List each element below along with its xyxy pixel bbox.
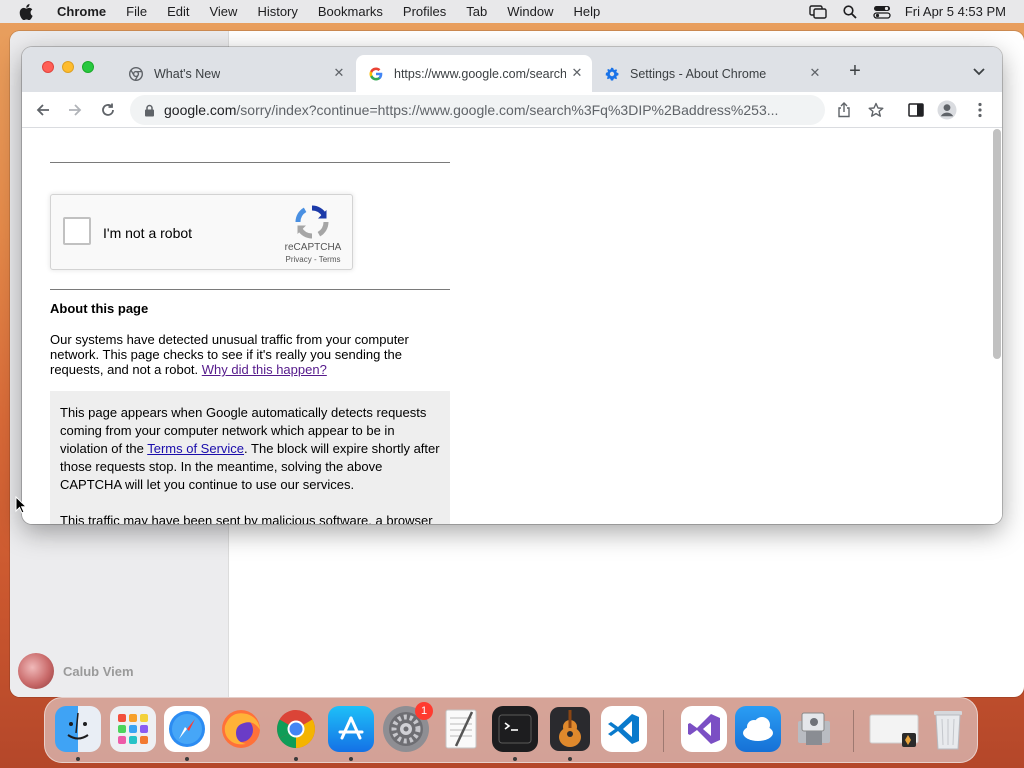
safari-icon[interactable]	[164, 706, 210, 752]
chrome-menu-icon[interactable]	[970, 100, 990, 120]
visual-studio-icon[interactable]	[681, 706, 727, 752]
running-indicator	[185, 757, 189, 761]
url-host: google.com	[164, 102, 237, 118]
chrome-icon	[128, 66, 144, 82]
textedit-icon[interactable]	[438, 706, 484, 752]
terminal-icon[interactable]	[492, 706, 538, 752]
control-center-icon[interactable]	[873, 5, 891, 19]
tab-strip: What's New ✕ https://www.google.com/sear…	[22, 47, 1002, 92]
tab-title: Settings - About Chrome	[630, 66, 767, 81]
menu-app-name[interactable]: Chrome	[57, 4, 106, 19]
fullscreen-window-button[interactable]	[82, 61, 94, 73]
tab-whats-new[interactable]: What's New ✕	[118, 55, 354, 92]
notification-badge: 1	[415, 702, 433, 720]
google-icon	[368, 66, 384, 82]
recaptcha-privacy-terms[interactable]: Privacy - Terms	[273, 255, 353, 264]
minimize-window-button[interactable]	[62, 61, 74, 73]
page-content: I'm not a robot reCAPTCHA Privacy - Term…	[22, 129, 1002, 524]
user-name: Calub Viem	[63, 663, 134, 679]
close-tab-icon[interactable]: ✕	[332, 66, 346, 80]
scrollbar-thumb[interactable]	[993, 129, 1001, 359]
recaptcha-logo-icon	[295, 205, 329, 239]
url-path: /sorry/index?continue=https://www.google…	[236, 102, 779, 118]
new-tab-button[interactable]: +	[846, 61, 864, 81]
url-text[interactable]: google.com/sorry/index?continue=https://…	[164, 102, 824, 118]
running-indicator	[349, 757, 353, 761]
documents-stack-icon[interactable]	[868, 706, 920, 752]
app-store-icon[interactable]	[328, 706, 374, 752]
tab-settings-about-chrome[interactable]: Settings - About Chrome ✕	[594, 55, 830, 92]
info-box: This page appears when Google automatica…	[50, 391, 450, 524]
menu-profiles[interactable]: Profiles	[403, 4, 446, 19]
running-indicator	[294, 757, 298, 761]
garageband-icon[interactable]	[547, 706, 593, 752]
menu-bookmarks[interactable]: Bookmarks	[318, 4, 383, 19]
user-avatar	[18, 653, 54, 689]
menu-view[interactable]: View	[209, 4, 237, 19]
about-paragraph: Our systems have detected unusual traffi…	[50, 332, 450, 377]
close-window-button[interactable]	[42, 61, 54, 73]
close-tab-icon[interactable]: ✕	[570, 66, 584, 80]
migration-assistant-icon[interactable]	[791, 706, 837, 752]
side-panel-icon[interactable]	[906, 100, 926, 120]
tab-title: https://www.google.com/search	[394, 66, 566, 81]
forward-button[interactable]	[65, 100, 85, 120]
browser-toolbar: google.com/sorry/index?continue=https://…	[22, 92, 1002, 128]
apple-menu-icon[interactable]	[19, 3, 35, 20]
firefox-icon[interactable]	[218, 706, 264, 752]
profile-avatar-icon[interactable]	[937, 100, 957, 120]
chrome-window: What's New ✕ https://www.google.com/sear…	[22, 47, 1002, 524]
window-controls	[42, 61, 94, 73]
chrome-app-icon[interactable]	[273, 706, 319, 752]
tab-google-search[interactable]: https://www.google.com/search ✕	[356, 55, 592, 92]
menu-bar: Chrome File Edit View History Bookmarks …	[0, 0, 1024, 23]
tab-search-chevron-icon[interactable]	[972, 64, 986, 76]
lock-icon[interactable]	[142, 103, 156, 117]
menu-tab[interactable]: Tab	[466, 4, 487, 19]
menu-edit[interactable]: Edit	[167, 4, 189, 19]
menu-clock[interactable]: Fri Apr 5 4:53 PM	[905, 4, 1006, 19]
running-indicator	[513, 757, 517, 761]
dock-separator	[663, 710, 664, 752]
gear-icon	[604, 66, 620, 82]
info-paragraph: This page appears when Google automatica…	[60, 404, 440, 494]
recaptcha-brand: reCAPTCHA	[284, 242, 342, 253]
user-profile[interactable]: Calub Viem	[18, 653, 134, 689]
about-heading: About this page	[50, 301, 149, 316]
mouse-cursor-icon	[15, 495, 28, 514]
recaptcha-widget: I'm not a robot reCAPTCHA Privacy - Term…	[50, 194, 353, 270]
bookmark-star-icon[interactable]	[866, 100, 886, 120]
close-tab-icon[interactable]: ✕	[808, 66, 822, 80]
share-icon[interactable]	[834, 100, 854, 120]
terms-of-service-link[interactable]: Terms of Service	[147, 441, 244, 456]
trash-icon[interactable]	[925, 706, 971, 752]
spotlight-search-icon[interactable]	[841, 4, 859, 19]
page-scrollbar[interactable]	[990, 129, 1002, 524]
info-paragraph: This traffic may have been sent by malic…	[60, 513, 433, 524]
running-indicator	[76, 757, 80, 761]
finder-icon[interactable]	[55, 706, 101, 752]
divider	[50, 162, 450, 163]
dock-separator	[853, 710, 854, 752]
reload-button[interactable]	[98, 100, 118, 120]
recaptcha-label: I'm not a robot	[103, 225, 193, 241]
why-did-this-happen-link[interactable]: Why did this happen?	[202, 362, 327, 377]
screen-mirroring-icon[interactable]	[809, 4, 827, 19]
menu-help[interactable]: Help	[574, 4, 601, 19]
divider	[50, 289, 450, 290]
dock: 1	[44, 697, 978, 763]
running-indicator	[568, 757, 572, 761]
launchpad-icon[interactable]	[110, 706, 156, 752]
weather-app-icon[interactable]	[735, 706, 781, 752]
system-preferences-icon[interactable]: 1	[383, 702, 433, 752]
menu-file[interactable]: File	[126, 4, 147, 19]
address-bar[interactable]: google.com/sorry/index?continue=https://…	[130, 95, 825, 125]
recaptcha-checkbox[interactable]	[63, 217, 91, 245]
vscode-icon[interactable]	[601, 706, 647, 752]
tab-title: What's New	[154, 66, 221, 81]
back-button[interactable]	[33, 100, 53, 120]
menu-history[interactable]: History	[257, 4, 297, 19]
menu-window[interactable]: Window	[507, 4, 553, 19]
